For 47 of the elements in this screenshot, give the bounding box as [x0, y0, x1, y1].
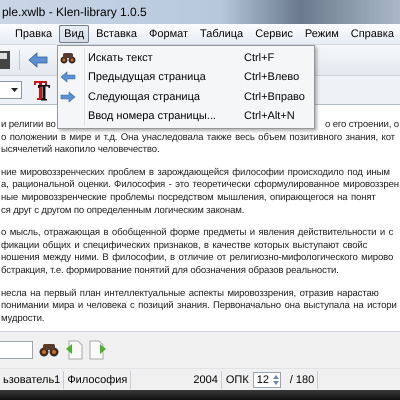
menu-item[interactable]: Справка [346, 25, 399, 43]
text-line: ные мировоззренческие проблемы посредством мышления, опирающегося на понят [0, 192, 377, 205]
page-total: / 180 [286, 371, 318, 389]
text-line: ысячелетий накопило человечество. [0, 144, 160, 157]
left-arrow-icon [60, 71, 76, 84]
menu-option[interactable]: Искать текст Ctrl+F [60, 48, 312, 68]
menu-option[interactable]: Ввод номера страницы... Ctrl+Alt+N [60, 106, 312, 126]
text-line: несла на первый план интеллектуальные аспекты мировоззрения, отразив нарастаю [0, 288, 380, 300]
binoculars-icon [60, 52, 76, 64]
year-label: 2004 [190, 371, 222, 389]
menu-option[interactable]: Следующая страница Ctrl+Вправо [60, 87, 312, 106]
text-line: ся друг с другом по определенным логическим законам. [0, 204, 246, 218]
dropdown-arrow-icon [11, 88, 18, 92]
text-line: бстракция, т.е. формирование понятий для обозначения образов реальности. [0, 264, 340, 278]
text-line: и религии во [1, 119, 56, 132]
font-combo-box[interactable] [0, 81, 22, 99]
menu-item[interactable]: Правка [10, 25, 58, 43]
spinner-arrows-icon [272, 373, 280, 387]
page-spinner[interactable]: 12 [252, 372, 281, 388]
category-label: Философия [64, 371, 132, 389]
menu-item[interactable]: Режим [300, 25, 344, 43]
menu-option[interactable]: Предыдущая страница Ctrl+Влево [60, 68, 312, 87]
text-line: о положении в мире и т.д. Она унаследовала также весь объем позитивного знания, кот [0, 132, 396, 144]
text-line: фикации общих и специфических признаков, в качестве которых выступают свойс [0, 240, 368, 252]
text-line: а, рациональной оценки. Философия - это теоретически сформулированное мировоззрен [0, 179, 400, 192]
text-line: понимании мира и человека с позиций знания. Первоначально она выступала на истори [0, 300, 398, 313]
next-page-icon[interactable] [89, 340, 107, 360]
user-name: ьзователь1 [0, 371, 64, 389]
text-line: о его строении, о [325, 119, 399, 132]
menu-item[interactable]: Сервис [250, 25, 298, 43]
binoculars-icon[interactable] [39, 343, 59, 357]
text-line: мудрости. [0, 312, 46, 326]
text-style-icon[interactable] [32, 79, 52, 101]
window-title: ple.xwlb - Klen-library 1.0.5 [1, 5, 147, 19]
text-line: ние мировоззренческих проблем в зарождающейся философии происходило под иным [0, 166, 391, 180]
menu-item[interactable]: Вставка [91, 25, 142, 43]
save-icon[interactable] [0, 51, 11, 69]
search-field[interactable] [0, 341, 33, 359]
menu-item[interactable]: Таблица [195, 25, 248, 43]
text-line: ношения между ними. В философии, в отличие от религиозно-мифологического мирово [0, 252, 394, 265]
left-arrow-icon[interactable] [28, 52, 48, 68]
right-arrow-icon [60, 90, 76, 103]
previous-page-icon[interactable] [65, 340, 83, 360]
menu-item[interactable]: Формат [144, 25, 194, 43]
field-label: ОПК [224, 374, 250, 386]
menu-item[interactable]: Вид [59, 25, 90, 43]
text-line: о мысль, отражающая в обобщенной форме предметы и явления действительности и с [0, 227, 394, 240]
